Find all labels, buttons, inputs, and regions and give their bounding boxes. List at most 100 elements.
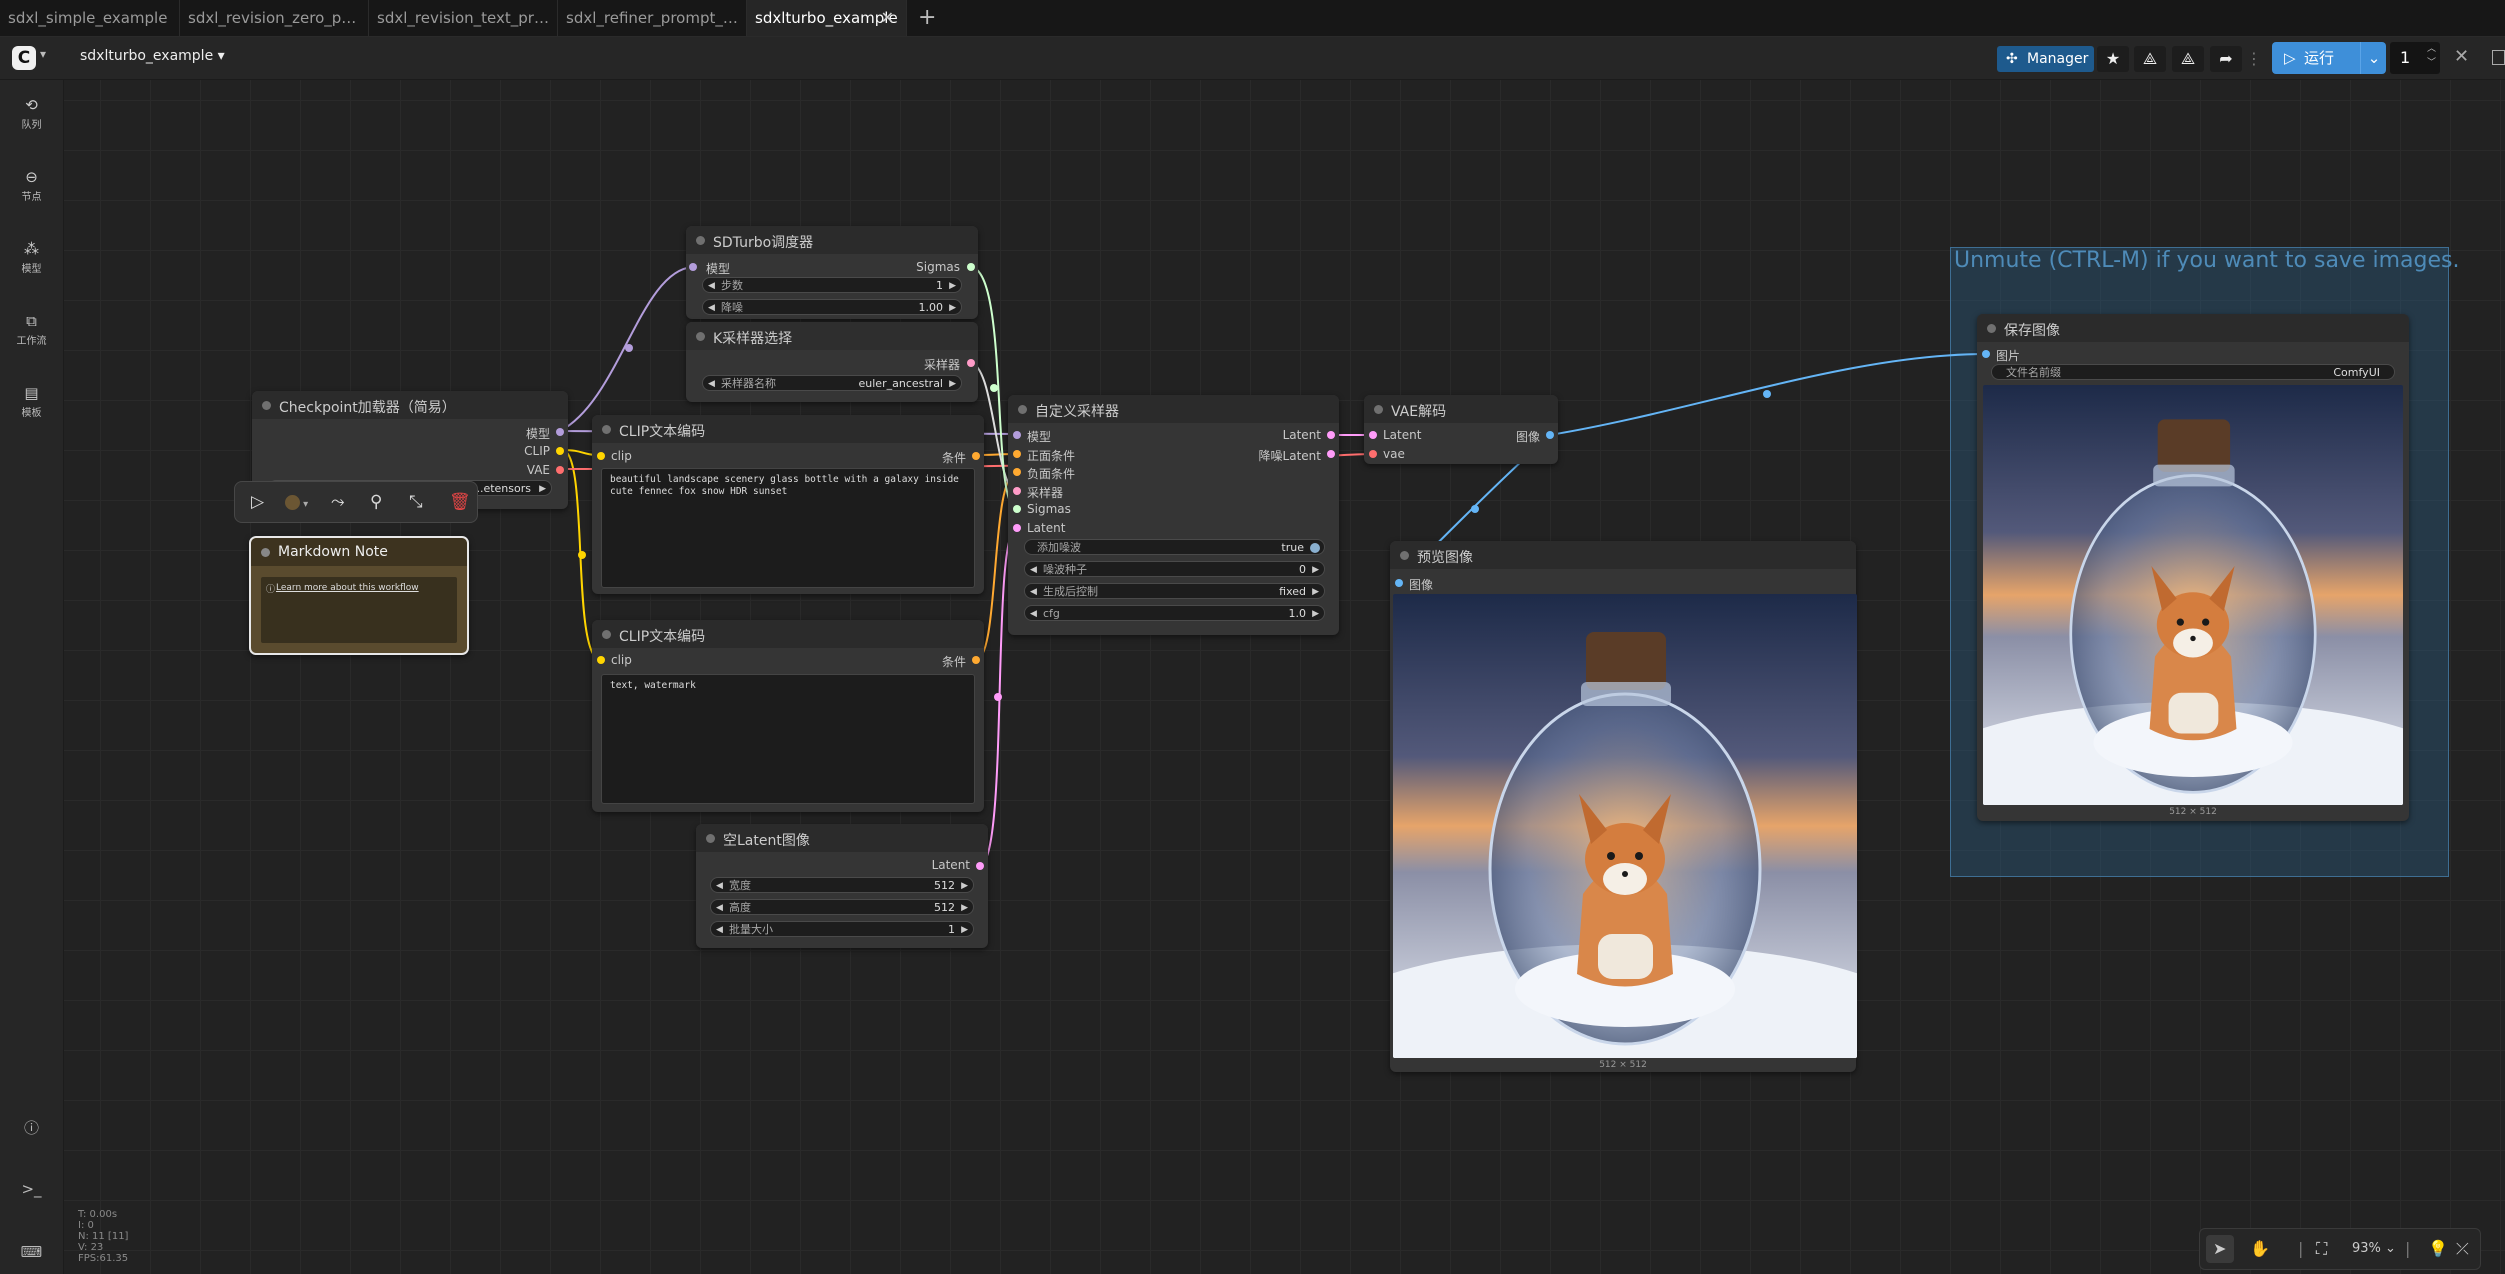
increment-arrow-icon[interactable]: ▶ [949,278,956,294]
output-slot-latent[interactable] [1327,431,1335,439]
node-ksampler-select[interactable]: K采样器选择 采样器 ◀ 采样器名称 euler_ancestral ▶ [686,322,978,402]
input-slot-clip[interactable] [597,452,605,460]
zoom-dropdown[interactable]: 93% ⌄ [2352,1229,2396,1269]
increment-arrow-icon[interactable]: ▶ [1312,584,1319,600]
node-header[interactable]: SDTurbo调度器 [686,226,978,254]
node-header[interactable]: CLIP文本编码 [592,415,984,443]
node-preview-image[interactable]: 预览图像 图像 512 × 512 [1390,541,1857,1072]
node-header[interactable]: 保存图像 [1977,314,2409,342]
node-header[interactable]: K采样器选择 [686,322,978,350]
decrement-arrow-icon[interactable]: ◀ [1030,606,1037,622]
collapse-dot-icon[interactable] [1374,405,1383,414]
node-header[interactable]: Checkpoint加载器（简易） [252,391,568,419]
decrement-arrow-icon[interactable]: ◀ [708,278,715,294]
prompt-textarea[interactable]: beautiful landscape scenery glass bottle… [601,468,975,588]
pointer-icon[interactable]: ➤ [2213,1229,2226,1269]
input-slot-latent[interactable] [1013,524,1021,532]
input-slot-image[interactable] [1395,579,1403,587]
collapse-dot-icon[interactable] [602,425,611,434]
node-header[interactable]: VAE解码 [1364,395,1558,423]
output-slot-clip[interactable] [556,447,564,455]
increment-arrow-icon[interactable]: ▶ [961,900,968,916]
node-custom-sampler[interactable]: 自定义采样器 模型 正面条件 负面条件 采样器 Sigmas Latent La… [1008,395,1339,635]
output-slot-sampler[interactable] [967,359,975,367]
decrement-arrow-icon[interactable]: ◀ [716,878,723,894]
decrement-arrow-icon[interactable]: ◀ [1030,562,1037,578]
collapse-dot-icon[interactable] [1400,551,1409,560]
sampler-name-widget[interactable]: ◀ 采样器名称 euler_ancestral ▶ [702,375,962,391]
collapse-dot-icon[interactable] [1987,324,1996,333]
node-markdown-note[interactable]: Markdown Note ⓘ Learn more about this wo… [249,536,469,655]
node-clip-text-encode-negative[interactable]: CLIP文本编码 clip 条件 text, watermark [592,620,984,812]
lightbulb-icon[interactable]: 💡 [2428,1229,2448,1269]
input-slot-positive[interactable] [1013,450,1021,458]
batch-size-widget[interactable]: ◀ 批量大小 1 ▶ [710,921,974,937]
output-slot-sigmas[interactable] [967,263,975,271]
preview-image[interactable] [1393,594,1857,1058]
node-header[interactable]: 自定义采样器 [1008,395,1339,423]
saved-image[interactable] [1983,385,2403,805]
output-slot-latent[interactable] [976,862,984,870]
prompt-textarea[interactable]: text, watermark [601,674,975,804]
input-slot-vae[interactable] [1369,450,1377,458]
input-slot-sigmas[interactable] [1013,505,1021,513]
increment-arrow-icon[interactable]: ▶ [949,376,956,392]
input-slot-latent[interactable] [1369,431,1377,439]
workflow-link[interactable]: Learn more about this workflow [276,583,419,593]
steps-widget[interactable]: ◀ 步数 1 ▶ [702,277,962,293]
node-save-image[interactable]: 保存图像 图片 文件名前缀 ComfyUI 512 × 512 [1977,314,2409,821]
node-header[interactable]: Markdown Note [251,538,467,566]
bypass-icon[interactable]: ⤳ [331,482,345,522]
output-slot-model[interactable] [556,428,564,436]
decrement-arrow-icon[interactable]: ◀ [716,900,723,916]
collapse-dot-icon[interactable] [602,630,611,639]
collapse-dot-icon[interactable] [706,834,715,843]
increment-arrow-icon[interactable]: ▶ [961,878,968,894]
hand-icon[interactable]: ✋ [2250,1229,2270,1269]
fit-selection-icon[interactable]: ⤡ [409,482,423,522]
output-slot-denoised-latent[interactable] [1327,450,1335,458]
output-slot-conditioning[interactable] [972,656,980,664]
hide-links-icon[interactable]: ⤫ [2456,1229,2469,1269]
width-widget[interactable]: ◀ 宽度 512 ▶ [710,877,974,893]
input-slot-sampler[interactable] [1013,487,1021,495]
collapse-dot-icon[interactable] [696,236,705,245]
collapse-dot-icon[interactable] [261,548,270,557]
input-slot-negative[interactable] [1013,468,1021,476]
control-after-generate-widget[interactable]: ◀ 生成后控制 fixed ▶ [1024,583,1325,599]
add-noise-toggle[interactable]: 添加噪波 true [1024,539,1325,555]
decrement-arrow-icon[interactable]: ◀ [1030,584,1037,600]
node-vae-decode[interactable]: VAE解码 Latent vae 图像 [1364,395,1558,464]
cfg-widget[interactable]: ◀ cfg 1.0 ▶ [1024,605,1325,621]
collapse-dot-icon[interactable] [696,332,705,341]
decrement-arrow-icon[interactable]: ◀ [708,300,715,316]
pin-icon[interactable]: ⚲ [370,482,382,522]
increment-arrow-icon[interactable]: ▶ [1312,606,1319,622]
filename-prefix-widget[interactable]: 文件名前缀 ComfyUI [1991,364,2395,380]
collapse-dot-icon[interactable] [262,401,271,410]
node-header[interactable]: CLIP文本编码 [592,620,984,648]
output-slot-image[interactable] [1546,431,1554,439]
input-slot-images[interactable] [1982,350,1990,358]
increment-arrow-icon[interactable]: ▶ [961,922,968,938]
height-widget[interactable]: ◀ 高度 512 ▶ [710,899,974,915]
output-slot-conditioning[interactable] [972,452,980,460]
denoise-widget[interactable]: ◀ 降噪 1.00 ▶ [702,299,962,315]
fit-view-icon[interactable]: ⛶ [2316,1229,2327,1269]
node-header[interactable]: 预览图像 [1390,541,1856,569]
collapse-dot-icon[interactable] [1018,405,1027,414]
input-slot-model[interactable] [1013,431,1021,439]
decrement-arrow-icon[interactable]: ◀ [716,922,723,938]
output-slot-vae[interactable] [556,466,564,474]
node-empty-latent-image[interactable]: 空Latent图像 Latent ◀ 宽度 512 ▶ ◀ 高度 512 ▶ ◀ 批量大小 1 ▶ [696,824,988,948]
noise-seed-widget[interactable]: ◀ 噪波种子 0 ▶ [1024,561,1325,577]
input-slot-model[interactable] [689,263,697,271]
node-sdturbo-scheduler[interactable]: SDTurbo调度器 模型 Sigmas ◀ 步数 1 ▶ ◀ 降噪 1.00 ▶ [686,226,978,319]
node-header[interactable]: 空Latent图像 [696,824,988,852]
decrement-arrow-icon[interactable]: ◀ [708,376,715,392]
color-picker-button[interactable]: ▾ [285,482,308,522]
increment-arrow-icon[interactable]: ▶ [1312,562,1319,578]
delete-icon[interactable]: 🗑 [449,482,471,522]
input-slot-clip[interactable] [597,656,605,664]
play-icon[interactable]: ▷ [251,482,264,522]
